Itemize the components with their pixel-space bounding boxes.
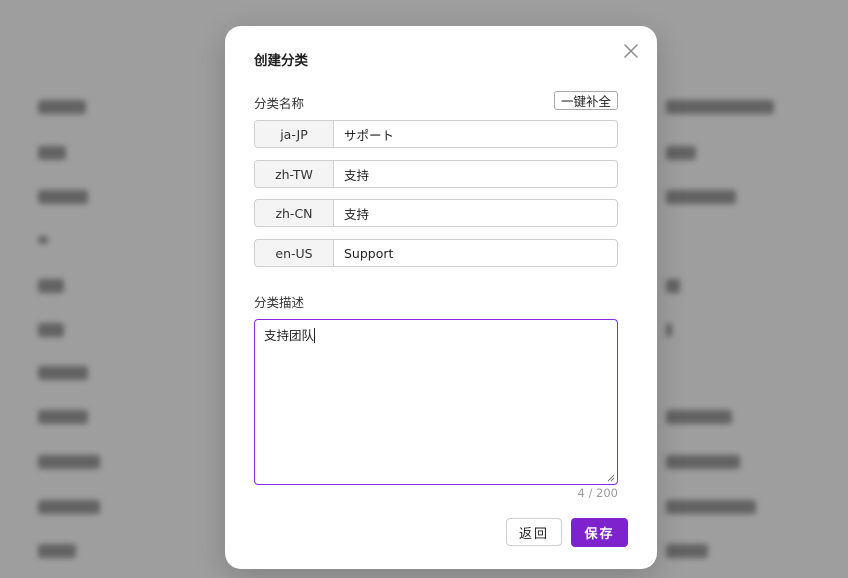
- lang-code-label: en-US: [255, 240, 334, 266]
- save-button[interactable]: 保存: [571, 518, 628, 547]
- description-text: 支持团队: [264, 328, 315, 343]
- character-counter: 4 / 200: [577, 486, 618, 500]
- back-button[interactable]: 返回: [506, 518, 562, 546]
- category-description-label: 分类描述: [254, 295, 305, 310]
- lang-code-label: ja-JP: [255, 121, 334, 147]
- close-icon[interactable]: [622, 42, 640, 60]
- category-description-textarea[interactable]: 支持团队: [254, 319, 618, 485]
- category-name-input-zh-tw[interactable]: [334, 161, 617, 187]
- lang-row-en-us: en-US: [254, 239, 618, 267]
- autofill-button[interactable]: 一键补全: [554, 91, 618, 110]
- page: 创建分类 分类名称 一键补全 ja-JP zh-TW zh-CN en-US 分…: [0, 0, 848, 578]
- category-name-input-zh-cn[interactable]: [334, 200, 617, 226]
- lang-row-zh-cn: zh-CN: [254, 199, 618, 227]
- lang-code-label: zh-TW: [255, 161, 334, 187]
- resize-grip-icon[interactable]: [607, 474, 615, 482]
- text-caret: [314, 328, 316, 343]
- dialog-title: 创建分类: [254, 53, 308, 69]
- category-name-input-en-us[interactable]: [334, 240, 617, 266]
- lang-row-ja-jp: ja-JP: [254, 120, 618, 148]
- category-name-input-ja-jp[interactable]: [334, 121, 617, 147]
- lang-row-zh-tw: zh-TW: [254, 160, 618, 188]
- lang-code-label: zh-CN: [255, 200, 334, 226]
- category-name-label: 分类名称: [254, 96, 305, 111]
- close-button[interactable]: [622, 42, 640, 60]
- create-category-dialog: 创建分类 分类名称 一键补全 ja-JP zh-TW zh-CN en-US 分…: [225, 26, 657, 569]
